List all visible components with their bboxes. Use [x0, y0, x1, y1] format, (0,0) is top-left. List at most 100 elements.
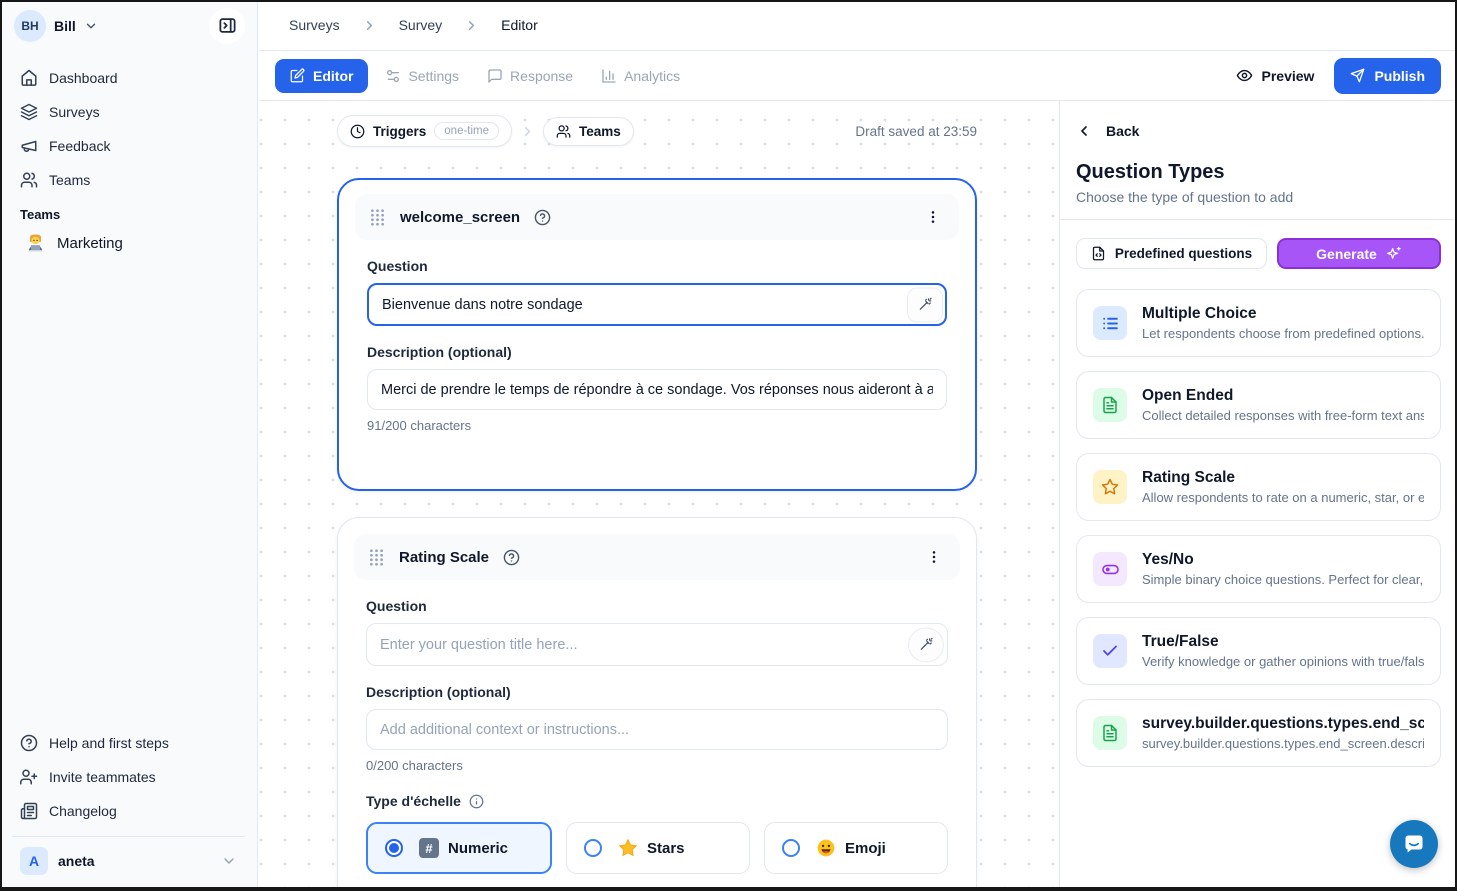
sidebar-item-help[interactable]: Help and first steps: [12, 726, 245, 760]
clock-icon: [350, 124, 365, 139]
preview-button[interactable]: Preview: [1236, 67, 1315, 84]
layers-icon: [20, 103, 38, 121]
file-code-icon: [1091, 246, 1106, 261]
question-type-rating-scale[interactable]: Rating Scale Allow respondents to rate o…: [1076, 453, 1441, 521]
team-name: Marketing: [57, 235, 123, 252]
breadcrumb-surveys[interactable]: Surveys: [289, 17, 340, 33]
user-plus-icon: [20, 768, 38, 786]
back-button[interactable]: Back: [1060, 101, 1457, 139]
scale-option-emoji[interactable]: Emoji: [764, 822, 948, 874]
back-label: Back: [1106, 123, 1139, 139]
chat-launcher-button[interactable]: [1390, 820, 1438, 868]
survey-canvas: Triggers one-time Teams Draft saved at 2…: [259, 101, 1059, 891]
editor-toolbar: Editor Settings Response Analytics Previ…: [259, 51, 1457, 101]
breadcrumb-editor[interactable]: Editor: [501, 17, 538, 33]
sidebar-item-label: Changelog: [49, 803, 117, 819]
question-type-description: Collect detailed responses with free-for…: [1142, 408, 1424, 423]
sidebar-item-team-marketing[interactable]: Marketing: [12, 226, 245, 261]
workspace-switcher[interactable]: BH Bill: [0, 0, 257, 51]
users-icon: [20, 171, 38, 189]
help-circle-icon[interactable]: [534, 209, 551, 226]
question-type-yes-no[interactable]: Yes/No Simple binary choice questions. P…: [1076, 535, 1441, 603]
avatar: BH: [14, 10, 46, 42]
predefined-questions-button[interactable]: Predefined questions: [1076, 238, 1267, 269]
question-card-welcome-screen[interactable]: welcome_screen Question Description (opt…: [337, 178, 977, 491]
teams-chip[interactable]: Teams: [543, 117, 634, 146]
account-avatar: A: [20, 847, 48, 875]
radio-selected[interactable]: [385, 839, 403, 857]
drag-handle-icon[interactable]: [369, 208, 386, 227]
question-type-description: Simple binary choice questions. Perfect …: [1142, 572, 1424, 587]
sidebar-nav: Dashboard Surveys Feedback Teams Teams M…: [0, 51, 257, 261]
option-label: Stars: [647, 840, 685, 857]
ai-rewrite-button[interactable]: [908, 627, 944, 662]
chevron-right-icon: [362, 18, 377, 33]
description-input[interactable]: [366, 709, 948, 750]
tab-editor[interactable]: Editor: [275, 59, 368, 93]
question-type-description: Verify knowledge or gather opinions with…: [1142, 654, 1424, 669]
option-label: Emoji: [845, 840, 886, 857]
scale-option-stars[interactable]: Stars: [566, 822, 750, 874]
scale-type-label: Type d'échelle: [366, 793, 948, 809]
question-type-true-false[interactable]: True/False Verify knowledge or gather op…: [1076, 617, 1441, 685]
draft-status: Draft saved at 23:59: [855, 124, 977, 139]
sidebar-item-label: Invite teammates: [49, 769, 156, 785]
sidebar-item-surveys[interactable]: Surveys: [12, 95, 245, 129]
description-label: Description (optional): [367, 344, 947, 360]
question-title-input[interactable]: [367, 283, 947, 326]
description-label: Description (optional): [366, 684, 948, 700]
sidebar-item-dashboard[interactable]: Dashboard: [12, 61, 245, 95]
question-type-description: Let respondents choose from predefined o…: [1142, 326, 1424, 341]
tab-analytics[interactable]: Analytics: [590, 59, 691, 93]
sidebar-item-label: Feedback: [49, 138, 110, 154]
star-emoji-icon: [618, 838, 638, 858]
radio-unselected[interactable]: [584, 839, 602, 857]
breadcrumb: Surveys Survey Editor: [259, 0, 1457, 51]
scale-type-text: Type d'échelle: [366, 793, 461, 809]
sliders-icon: [385, 68, 401, 84]
magic-wand-icon: [917, 297, 933, 313]
question-type-description: survey.builder.questions.types.end_scree…: [1142, 736, 1424, 751]
question-type-title: Yes/No: [1142, 551, 1424, 569]
one-time-badge: one-time: [434, 122, 499, 140]
ai-rewrite-button[interactable]: [907, 287, 943, 322]
workspace-name: Bill: [54, 18, 76, 34]
preview-label: Preview: [1262, 68, 1315, 84]
question-type-end-screen[interactable]: survey.builder.questions.types.end_scr..…: [1076, 699, 1441, 767]
description-input[interactable]: [367, 369, 947, 410]
sidebar-item-teams[interactable]: Teams: [12, 163, 245, 197]
drag-handle-icon[interactable]: [368, 548, 385, 567]
info-icon[interactable]: [469, 794, 484, 809]
chevron-right-icon: [464, 18, 479, 33]
tab-response[interactable]: Response: [476, 59, 584, 93]
sidebar-item-changelog[interactable]: Changelog: [12, 794, 245, 828]
question-card-title: Rating Scale: [399, 549, 489, 566]
account-menu[interactable]: A aneta: [12, 836, 245, 881]
kebab-menu-icon[interactable]: [921, 205, 945, 229]
question-label: Question: [367, 258, 947, 274]
sidebar-item-label: Dashboard: [49, 70, 118, 86]
publish-button[interactable]: Publish: [1334, 58, 1441, 94]
question-title-input[interactable]: [366, 623, 948, 666]
file-text-icon: [1093, 388, 1127, 422]
newspaper-icon: [20, 802, 38, 820]
help-circle-icon[interactable]: [503, 549, 520, 566]
generate-button[interactable]: Generate: [1277, 238, 1441, 269]
kebab-menu-icon[interactable]: [922, 545, 946, 569]
tab-settings[interactable]: Settings: [374, 59, 470, 93]
question-type-description: Allow respondents to rate on a numeric, …: [1142, 490, 1424, 505]
scale-option-numeric[interactable]: # Numeric: [366, 822, 552, 874]
char-count: 0/200 characters: [366, 758, 948, 773]
sidebar-item-invite[interactable]: Invite teammates: [12, 760, 245, 794]
radio-unselected[interactable]: [782, 839, 800, 857]
sidebar-item-label: Teams: [49, 172, 90, 188]
sidebar-item-feedback[interactable]: Feedback: [12, 129, 245, 163]
triggers-chip[interactable]: Triggers one-time: [337, 115, 512, 147]
question-type-multiple-choice[interactable]: Multiple Choice Let respondents choose f…: [1076, 289, 1441, 357]
hash-keycap-icon: #: [419, 838, 439, 858]
sidebar-toggle-button[interactable]: [209, 8, 245, 44]
question-type-open-ended[interactable]: Open Ended Collect detailed responses wi…: [1076, 371, 1441, 439]
breadcrumb-survey[interactable]: Survey: [399, 17, 443, 33]
question-card-rating-scale[interactable]: Rating Scale Question Description (optio…: [337, 517, 977, 891]
eye-icon: [1236, 67, 1253, 84]
